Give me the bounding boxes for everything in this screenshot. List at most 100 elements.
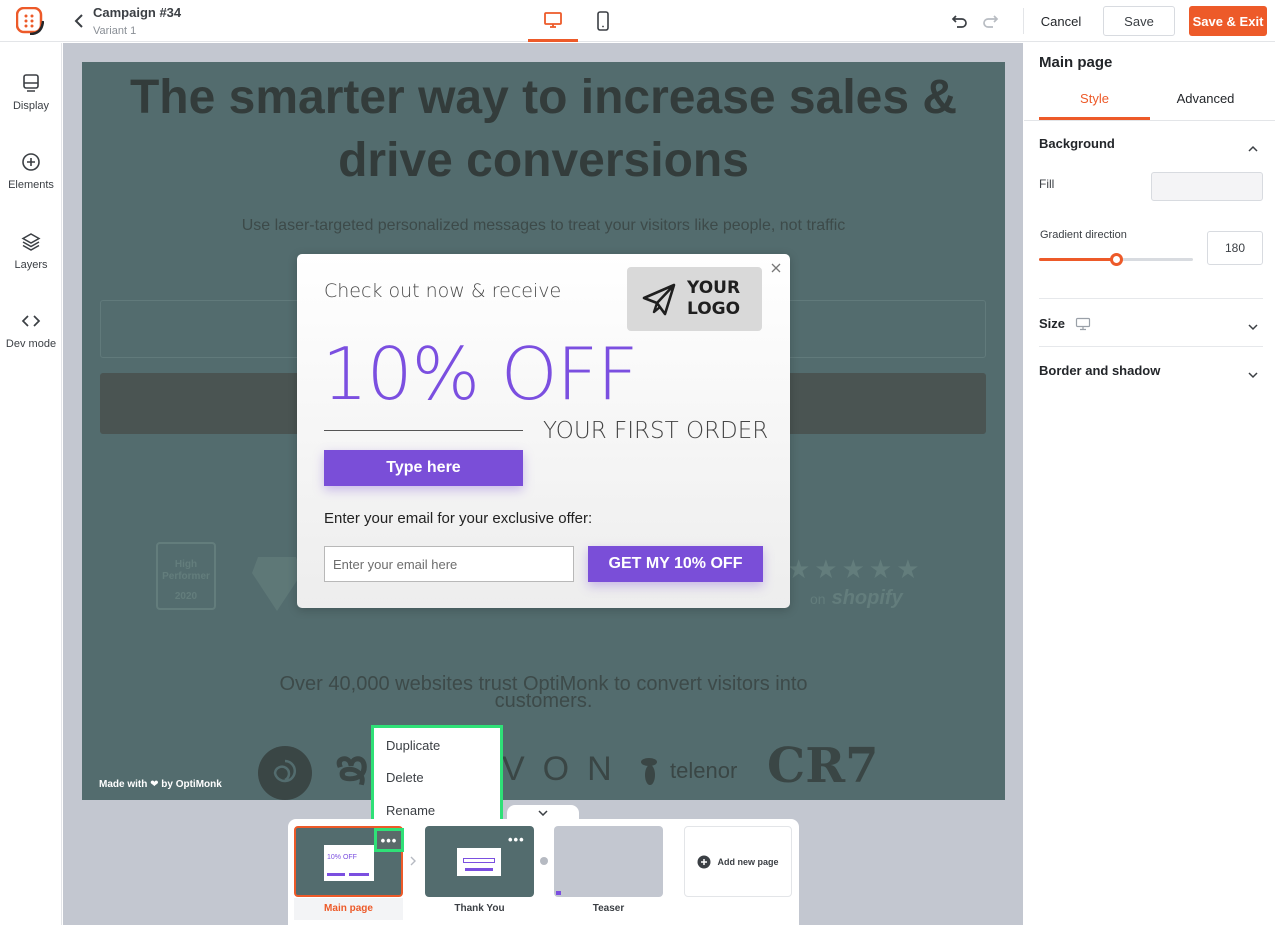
sidebar-item-label: Dev mode [5, 338, 57, 350]
tab-style[interactable]: Style [1039, 85, 1150, 120]
section-background-header[interactable]: Background [1039, 136, 1115, 151]
sidebar-item-dev-mode[interactable]: Dev mode [0, 303, 62, 363]
popup-headline[interactable]: Check out now & receive [324, 280, 561, 302]
divider [1039, 346, 1263, 347]
get-discount-button[interactable]: GET MY 10% OFF [588, 546, 763, 582]
page-label-main[interactable]: Main page [294, 903, 403, 914]
mini-teaser-tab [556, 891, 561, 895]
award-diamond-icon [252, 557, 302, 611]
mini-button [349, 873, 369, 876]
sidebar-item-layers[interactable]: Layers [0, 224, 62, 284]
add-new-page-label: Add new page [717, 856, 779, 867]
menu-item-duplicate[interactable]: Duplicate [386, 738, 440, 753]
rating-stars: ★★★★★ [787, 554, 924, 584]
bondijet-logo-icon [258, 746, 312, 800]
tab-advanced[interactable]: Advanced [1150, 85, 1261, 120]
mini-button [465, 868, 493, 871]
fill-color-picker[interactable] [1151, 172, 1263, 201]
code-icon [21, 315, 41, 327]
optimonk-logo-icon[interactable] [16, 7, 44, 35]
sidebar-item-label: Layers [14, 259, 48, 271]
mini-popup [457, 848, 501, 876]
hero-title: The smarter way to increase sales & driv… [82, 66, 1005, 192]
mini-coupon [463, 858, 495, 863]
right-settings-panel: Main page Style Advanced Background Fill… [1024, 43, 1275, 925]
logo-line-2: LOGO [687, 299, 741, 319]
sidebar-item-label: Display [12, 100, 50, 112]
menu-item-delete[interactable]: Delete [386, 770, 424, 785]
sidebar-item-elements[interactable]: Elements [0, 144, 62, 204]
page-label-thank-you[interactable]: Thank You [425, 903, 534, 914]
divider [1023, 8, 1024, 34]
gradient-direction-slider[interactable] [1039, 253, 1193, 266]
first-order-text[interactable]: YOUR FIRST ORDER [543, 418, 768, 444]
trust-line-2: customers. [494, 690, 593, 712]
page-label-teaser[interactable]: Teaser [554, 903, 663, 914]
desktop-preview-tab[interactable] [528, 0, 578, 42]
mini-button [327, 873, 345, 876]
save-button[interactable]: Save [1103, 6, 1175, 36]
mini-popup: 10% OFF [324, 845, 374, 881]
chevron-down-icon[interactable] [1247, 323, 1259, 331]
email-input[interactable] [324, 546, 574, 582]
size-label: Size [1039, 316, 1066, 331]
hero-subtitle: Use laser-targeted personalized messages… [241, 217, 846, 234]
logo-line-1: YOUR [687, 278, 741, 298]
page-thumbnail-teaser[interactable] [554, 826, 663, 897]
shopify-text: shopify [831, 587, 903, 609]
type-here-button[interactable]: Type here [324, 450, 523, 486]
page-options-button[interactable]: ••• [374, 828, 404, 852]
sidebar-item-display[interactable]: Display [0, 65, 62, 125]
telenor-logo-icon [641, 758, 657, 785]
back-arrow-icon[interactable] [72, 12, 86, 30]
brand-von: VON [502, 750, 630, 788]
page-separator-dot [540, 857, 548, 865]
section-border-shadow-header[interactable]: Border and shadow [1039, 363, 1160, 378]
page-context-menu: Duplicate Delete Rename [371, 725, 503, 827]
divider-line[interactable] [324, 430, 523, 431]
gradient-direction-input[interactable] [1207, 231, 1263, 265]
add-new-page-button[interactable]: Add new page [684, 826, 792, 897]
campaign-title: Campaign #34 [93, 5, 182, 20]
cancel-button[interactable]: Cancel [1034, 7, 1088, 35]
mobile-preview-tab[interactable] [578, 0, 628, 42]
popup[interactable]: Check out now & receive YOUR LOGO 10% OF… [297, 254, 790, 608]
panel-title: Main page [1039, 54, 1113, 71]
slider-fill [1039, 258, 1116, 261]
paper-plane-icon [642, 283, 676, 316]
plus-circle-icon [22, 153, 40, 171]
email-prompt-text[interactable]: Enter your email for your exclusive offe… [324, 510, 592, 527]
chevron-down-icon [538, 810, 548, 816]
made-with-optimonk: Made with ❤ by OptiMonk [99, 779, 222, 790]
left-sidebar: Display Elements Layers Dev mode [0, 43, 62, 925]
mini-discount-text: 10% OFF [327, 854, 357, 861]
divider [1024, 120, 1275, 121]
chevron-right-icon [410, 856, 416, 866]
slider-handle[interactable] [1110, 253, 1123, 266]
fill-label: Fill [1039, 177, 1055, 191]
redo-icon[interactable] [981, 12, 999, 30]
brand-logo-partial: ఇ [336, 738, 368, 790]
shopify-on-text: on [810, 591, 826, 607]
menu-item-rename[interactable]: Rename [386, 803, 435, 818]
logo-text: YOUR LOGO [687, 278, 740, 320]
plus-circle-icon [697, 855, 711, 868]
chevron-down-icon[interactable] [1247, 371, 1259, 379]
desktop-icon [544, 11, 562, 28]
chevron-up-icon[interactable] [1247, 145, 1259, 153]
shopify-logo: on shopify [810, 587, 903, 610]
display-icon [23, 74, 39, 92]
brand-cr7: CR7 [767, 738, 879, 794]
popup-logo[interactable]: YOUR LOGO [627, 267, 762, 331]
close-icon[interactable] [770, 262, 782, 274]
brand-telenor: telenor [670, 758, 738, 783]
top-bar: Campaign #34 Variant 1 Cancel Save Save … [0, 0, 1275, 42]
section-size-header[interactable]: Size [1039, 316, 1091, 331]
undo-icon[interactable] [951, 12, 969, 30]
page-options-button[interactable]: ••• [508, 832, 525, 847]
layers-icon [21, 233, 41, 251]
save-and-exit-button[interactable]: Save & Exit [1189, 6, 1267, 36]
variant-name: Variant 1 [93, 25, 137, 37]
discount-text[interactable]: 10% OFF [322, 332, 638, 416]
gradient-direction-label: Gradient direction [1040, 229, 1127, 241]
